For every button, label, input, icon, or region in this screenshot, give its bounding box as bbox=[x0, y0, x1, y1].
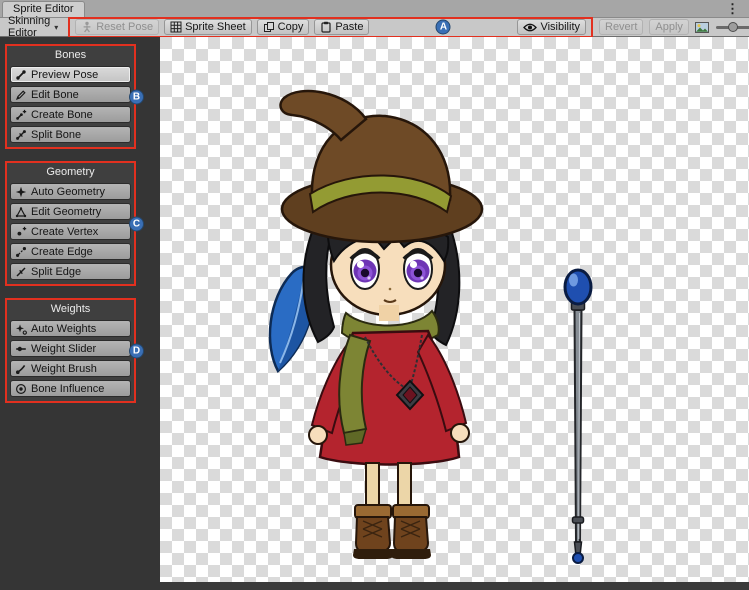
create-vertex-button[interactable]: Create Vertex bbox=[10, 223, 131, 240]
tab-title: Sprite Editor bbox=[13, 3, 74, 15]
eye-icon bbox=[523, 22, 537, 33]
skinning-toolbar: Skinning Editor ▾ Reset Pose Sprite Shee… bbox=[0, 18, 749, 37]
annotation-box-weights: Weights Auto Weights Weight Slider bbox=[5, 298, 136, 403]
witch-hat bbox=[281, 91, 482, 242]
sprite-artwork bbox=[160, 37, 749, 582]
staff-rod-highlight bbox=[579, 313, 580, 539]
annotation-badge-b: B bbox=[129, 89, 144, 104]
boots bbox=[353, 505, 431, 559]
preview-pose-icon bbox=[15, 69, 27, 81]
revert-button[interactable]: Revert bbox=[599, 19, 643, 35]
staff-ring bbox=[573, 517, 584, 523]
zoom-slider[interactable] bbox=[716, 21, 749, 33]
preview-pose-button[interactable]: Preview Pose bbox=[10, 66, 131, 83]
edit-geometry-button[interactable]: Edit Geometry bbox=[10, 203, 131, 220]
split-bone-button[interactable]: Split Bone bbox=[10, 126, 131, 143]
apply-button[interactable]: Apply bbox=[649, 19, 689, 35]
staff-orb-highlight bbox=[569, 274, 578, 287]
annotation-box-toolbar: Reset Pose Sprite Sheet Copy bbox=[68, 17, 593, 38]
create-bone-button[interactable]: Create Bone bbox=[10, 106, 131, 123]
copy-icon bbox=[263, 21, 275, 33]
edit-geometry-icon bbox=[15, 206, 27, 218]
zoom-slider-knob[interactable] bbox=[728, 22, 738, 32]
sprite-sheet-icon bbox=[170, 21, 182, 33]
right-eye bbox=[404, 249, 432, 289]
character-sprite[interactable] bbox=[270, 91, 482, 559]
geometry-panel-title: Geometry bbox=[10, 166, 131, 180]
sprite-sheet-button[interactable]: Sprite Sheet bbox=[164, 19, 252, 35]
weight-slider-icon bbox=[15, 343, 27, 355]
split-edge-icon bbox=[15, 266, 27, 278]
create-bone-icon bbox=[15, 109, 27, 121]
split-edge-button[interactable]: Split Edge bbox=[10, 263, 131, 280]
visibility-button[interactable]: Visibility bbox=[517, 19, 586, 35]
auto-geometry-button[interactable]: Auto Geometry bbox=[10, 183, 131, 200]
staff-sprite[interactable] bbox=[565, 270, 591, 563]
paste-icon bbox=[320, 21, 332, 33]
left-eye bbox=[351, 249, 379, 289]
staff-tip-gem bbox=[573, 553, 583, 563]
chevron-down-icon: ▾ bbox=[54, 23, 58, 32]
editor-mode-dropdown[interactable]: Skinning Editor ▾ bbox=[4, 19, 62, 35]
sprite-editor-window: Sprite Editor ⋮ Skinning Editor ▾ Reset … bbox=[0, 0, 749, 590]
annotation-badge-a: A bbox=[436, 20, 451, 35]
auto-weights-button[interactable]: Auto Weights bbox=[10, 320, 131, 337]
reset-pose-icon bbox=[81, 21, 93, 33]
sprite-canvas[interactable] bbox=[160, 37, 749, 590]
canvas-bottom-strip bbox=[160, 582, 749, 590]
staff-orb bbox=[565, 270, 591, 304]
mode-label: Skinning Editor bbox=[8, 15, 50, 39]
edit-bone-button[interactable]: Edit Bone bbox=[10, 86, 131, 103]
weights-panel-title: Weights bbox=[10, 303, 131, 317]
auto-weights-icon bbox=[15, 323, 27, 335]
copy-button[interactable]: Copy bbox=[257, 19, 310, 35]
annotation-badge-c: C bbox=[129, 216, 144, 231]
legs bbox=[366, 463, 411, 509]
create-edge-button[interactable]: Create Edge bbox=[10, 243, 131, 260]
annotation-badge-d: D bbox=[129, 343, 144, 358]
staff-rod bbox=[575, 310, 582, 542]
create-vertex-icon bbox=[15, 226, 27, 238]
bone-influence-button[interactable]: Bone Influence bbox=[10, 380, 131, 397]
split-bone-icon bbox=[15, 129, 27, 141]
main-area: Bones Preview Pose Edit Bone bbox=[0, 37, 749, 590]
view-controls bbox=[695, 21, 749, 33]
texture-preview-icon[interactable] bbox=[695, 22, 709, 33]
weight-slider-button[interactable]: Weight Slider bbox=[10, 340, 131, 357]
annotation-gap: A bbox=[374, 19, 512, 36]
annotation-box-bones: Bones Preview Pose Edit Bone bbox=[5, 44, 136, 149]
staff-lower-tip bbox=[575, 542, 582, 553]
weight-brush-button[interactable]: Weight Brush bbox=[10, 360, 131, 377]
edit-bone-icon bbox=[15, 89, 27, 101]
auto-geometry-icon bbox=[15, 186, 27, 198]
kebab-menu-icon[interactable]: ⋮ bbox=[722, 1, 743, 17]
annotation-box-geometry: Geometry Auto Geometry Edit Geometry bbox=[5, 161, 136, 286]
bones-panel-title: Bones bbox=[10, 49, 131, 63]
reset-pose-button[interactable]: Reset Pose bbox=[75, 19, 159, 35]
bone-influence-icon bbox=[15, 383, 27, 395]
window-tab-bar: Sprite Editor ⋮ bbox=[0, 0, 749, 18]
create-edge-icon bbox=[15, 246, 27, 258]
weight-brush-icon bbox=[15, 363, 27, 375]
paste-button[interactable]: Paste bbox=[314, 19, 369, 35]
tool-sidebar: Bones Preview Pose Edit Bone bbox=[0, 37, 160, 590]
